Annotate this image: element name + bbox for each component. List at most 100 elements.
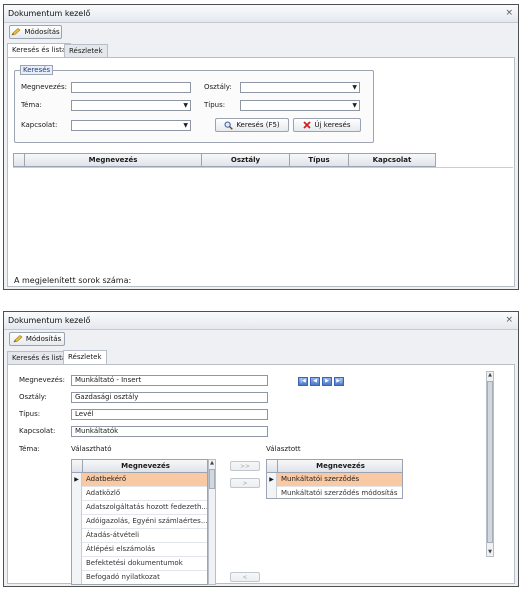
column-header-relation[interactable]: Kapcsolat (348, 153, 436, 167)
pencil-icon (11, 28, 21, 36)
remove-one-button[interactable]: < (230, 572, 260, 582)
current-row-arrow-icon: ▶ (72, 473, 82, 487)
chevron-down-icon: ▼ (183, 102, 188, 109)
available-scrollbar[interactable]: ▲ (208, 459, 216, 585)
search-button[interactable]: Keresés (F5) (215, 118, 289, 132)
last-icon: ▶| (336, 378, 342, 384)
search-tab-panel: Keresés Megnevezés: Osztály: ▼ Téma: ▼ T… (7, 57, 515, 287)
document-manager-window-details: Dokumentum kezelő × Módosítás Keresés és… (3, 311, 519, 587)
tab-search-list[interactable]: Keresés és lista (7, 43, 72, 58)
chevron-down-icon: ▼ (352, 102, 357, 109)
scroll-down-icon[interactable]: ▼ (487, 549, 493, 556)
edit-button-label: Módosítás (24, 28, 60, 36)
type-dropdown[interactable]: ▼ (240, 100, 360, 111)
window-title: Dokumentum kezelő (8, 316, 91, 325)
current-row-arrow-icon: ▶ (267, 473, 277, 487)
tab-details[interactable]: Részletek (64, 44, 108, 57)
chevron-down-icon: ▼ (183, 122, 188, 129)
magnifier-icon (224, 121, 234, 130)
chevron-down-icon: ▼ (352, 84, 357, 91)
list-item[interactable]: Átadás-átvételi (82, 529, 207, 543)
close-icon[interactable]: × (505, 5, 513, 22)
search-group: Keresés Megnevezés: Osztály: ▼ Téma: ▼ T… (14, 65, 374, 143)
search-group-title: Keresés (20, 65, 54, 75)
tab-label: Részletek (68, 353, 102, 361)
list-item[interactable]: Befogadó nyilatkozat (82, 571, 207, 584)
row-indicator (72, 571, 82, 584)
list-item[interactable]: Adatközlő (82, 487, 207, 501)
scroll-up-icon[interactable]: ▲ (209, 460, 215, 467)
pencil-icon (13, 335, 23, 343)
department-label: Osztály: (19, 393, 47, 401)
relation-field[interactable]: Munkáltatók (71, 426, 268, 437)
list-item[interactable]: Átlépési elszámolás (82, 543, 207, 557)
available-list-header: Választható (71, 445, 112, 453)
new-search-button[interactable]: Új keresés (293, 118, 361, 132)
relation-label: Kapcsolat: (21, 121, 58, 129)
row-indicator (72, 529, 82, 543)
previous-record-button[interactable]: ◀ (310, 377, 320, 386)
list-item[interactable]: Befektetési dokumentumok (82, 557, 207, 571)
list-item[interactable]: Munkáltatói szerződés módosítás (277, 487, 402, 498)
next-record-button[interactable]: ▶ (322, 377, 332, 386)
name-field[interactable]: Munkáltató - Insert (71, 375, 268, 386)
department-field[interactable]: Gazdasági osztály (71, 392, 268, 403)
window-title: Dokumentum kezelő (8, 9, 91, 18)
name-label: Megnevezés: (21, 83, 67, 91)
available-column-header[interactable]: Megnevezés (82, 460, 207, 473)
row-indicator (72, 515, 82, 529)
list-item[interactable]: Adatszolgáltatás hozott fedezeth... (82, 501, 207, 515)
first-icon: |◀ (300, 378, 306, 384)
tab-label: Keresés és lista (12, 46, 67, 54)
next-icon: ▶ (325, 378, 329, 384)
row-indicator (267, 487, 277, 498)
details-tab-panel: Megnevezés: Munkáltató - Insert Osztály:… (7, 364, 515, 585)
scroll-thumb[interactable] (487, 381, 493, 543)
available-grid: Megnevezés ▶ Adatbekérő Adatközlő Adatszolg… (71, 459, 208, 585)
list-item[interactable]: Adatbekérő (82, 473, 207, 487)
window-titlebar: Dokumentum kezelő × (4, 5, 518, 23)
scroll-thumb[interactable] (209, 469, 215, 489)
topic-label: Téma: (21, 101, 42, 109)
column-header-type[interactable]: Típus (289, 153, 349, 167)
add-all-label: >> (239, 462, 251, 470)
topic-dropdown[interactable]: ▼ (71, 100, 191, 111)
last-record-button[interactable]: ▶| (334, 377, 344, 386)
document-manager-window-search: Dokumentum kezelő × Módosítás Keresés és… (3, 4, 519, 290)
name-input[interactable] (71, 82, 191, 93)
new-search-button-label: Új keresés (314, 121, 351, 129)
tab-details[interactable]: Részletek (63, 350, 107, 365)
close-icon[interactable]: × (505, 312, 513, 329)
relation-dropdown[interactable]: ▼ (71, 120, 191, 131)
edit-button-label: Módosítás (25, 335, 62, 343)
column-header-department[interactable]: Osztály (201, 153, 290, 167)
edit-button[interactable]: Módosítás (9, 332, 65, 346)
chosen-list-header: Választott (266, 445, 301, 453)
tab-label: Keresés és lista (12, 354, 67, 362)
tab-search-list[interactable]: Keresés és lista (7, 351, 72, 364)
name-label: Megnevezés: (19, 376, 65, 384)
type-label: Típus: (19, 410, 41, 418)
scroll-up-icon[interactable]: ▲ (487, 372, 493, 379)
list-item[interactable]: Adóigazolás, Egyéni számlaértes... (82, 515, 207, 529)
list-item[interactable]: Munkáltatói szerződés (277, 473, 402, 487)
grid-body (13, 167, 513, 266)
window-titlebar: Dokumentum kezelő × (4, 312, 518, 330)
red-x-icon (303, 121, 312, 129)
first-record-button[interactable]: |◀ (298, 377, 308, 386)
search-button-label: Keresés (F5) (236, 121, 280, 129)
row-count-label: A megjelenített sorok száma: (14, 276, 132, 285)
chosen-column-header[interactable]: Megnevezés (277, 460, 402, 473)
results-grid: Megnevezés Osztály Típus Kapcsolat (13, 153, 513, 265)
department-dropdown[interactable]: ▼ (240, 82, 360, 93)
panel-scrollbar[interactable]: ▲ ▼ (486, 371, 494, 557)
topic-label: Téma: (19, 445, 40, 453)
column-header-name[interactable]: Megnevezés (24, 153, 202, 167)
edit-button[interactable]: Módosítás (9, 25, 62, 39)
chosen-grid: Megnevezés ▶ Munkáltatói szerződés Munkált… (266, 459, 403, 499)
type-field[interactable]: Levél (71, 409, 268, 420)
add-one-button[interactable]: > (230, 478, 260, 488)
row-indicator (72, 557, 82, 571)
add-all-button[interactable]: >> (230, 461, 260, 471)
remove-one-label: < (242, 573, 248, 581)
